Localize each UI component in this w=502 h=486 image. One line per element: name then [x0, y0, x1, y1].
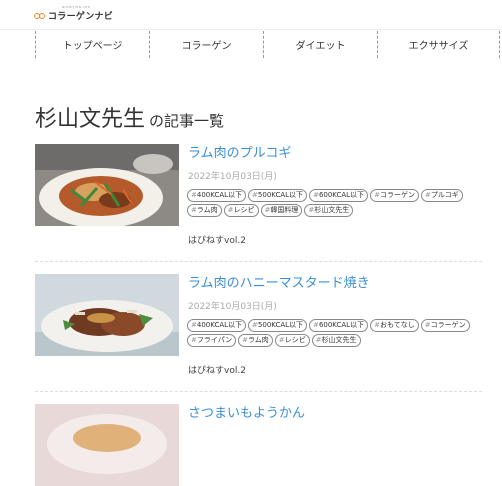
site-logo[interactable]: NUTRITION SITE コラーゲンナビ [34, 5, 114, 22]
tag[interactable]: #韓国料理 [260, 204, 303, 217]
tag[interactable]: #400KCAL以下 [187, 189, 247, 202]
article-title[interactable]: さつまいもようかん [188, 402, 305, 421]
article-title[interactable]: ラム肉のハニーマスタード焼き [188, 272, 370, 291]
tag[interactable]: #おもてなし [370, 319, 419, 332]
article-thumbnail[interactable] [35, 274, 179, 356]
logo-subtitle: NUTRITION SITE [62, 5, 91, 9]
tag[interactable]: #レシピ [274, 334, 310, 347]
article-thumbnail[interactable] [35, 404, 179, 486]
tag[interactable]: #杉山文先生 [304, 204, 354, 217]
article-author[interactable]: はぴねすvol.2 [188, 363, 246, 376]
tag[interactable]: #600KCAL以下 [309, 319, 369, 332]
article-tags: #400KCAL以下 #500KCAL以下 #600KCAL以下 #おもてなし … [187, 319, 477, 347]
tag[interactable]: #レシピ [223, 204, 259, 217]
nav-item-top[interactable]: トップページ [35, 31, 149, 58]
article-item: さつまいもようかん [35, 402, 482, 486]
tag[interactable]: #500KCAL以下 [248, 319, 308, 332]
tag[interactable]: #ラム肉 [187, 204, 222, 217]
logo-text: NUTRITION SITE コラーゲンナビ [48, 5, 114, 22]
author-name: 杉山文先生 [35, 107, 146, 132]
tag[interactable]: #コラーゲン [370, 189, 419, 202]
article-date: 2022年10月03日(月) [188, 302, 277, 312]
tag[interactable]: #600KCAL以下 [309, 189, 369, 202]
article-divider [35, 261, 482, 262]
tag[interactable]: #フライパン [187, 334, 237, 347]
logo-icon [34, 10, 46, 22]
page-title: 杉山文先生 の記事一覧 [35, 101, 224, 133]
article-title[interactable]: ラム肉のプルコギ [188, 142, 291, 161]
article-divider [35, 391, 482, 392]
page-title-suffix: の記事一覧 [149, 112, 225, 130]
tag[interactable]: #杉山文先生 [311, 334, 361, 347]
tag[interactable]: #500KCAL以下 [248, 189, 308, 202]
header-divider [0, 29, 502, 30]
nav-item-exercise[interactable]: エクササイズ [377, 31, 500, 58]
nav-item-diet[interactable]: ダイエット [263, 31, 377, 58]
tag[interactable]: #プルコギ [420, 189, 463, 202]
tag[interactable]: #400KCAL以下 [187, 319, 247, 332]
nav-item-collagen[interactable]: コラーゲン [149, 31, 263, 58]
global-nav: トップページ コラーゲン ダイエット エクササイズ [35, 31, 502, 58]
article-tags: #400KCAL以下 #500KCAL以下 #600KCAL以下 #コラーゲン … [187, 189, 477, 217]
article-item: ラム肉のハニーマスタード焼き 2022年10月03日(月) #400KCAL以下… [35, 274, 482, 384]
article-item: ラム肉のプルコギ 2022年10月03日(月) #400KCAL以下 #500K… [35, 144, 482, 254]
tag[interactable]: #ラム肉 [238, 334, 273, 347]
article-author[interactable]: はぴねすvol.2 [188, 233, 246, 246]
tag[interactable]: #コラーゲン [420, 319, 470, 332]
article-thumbnail[interactable] [35, 144, 179, 226]
article-date: 2022年10月03日(月) [188, 172, 277, 182]
